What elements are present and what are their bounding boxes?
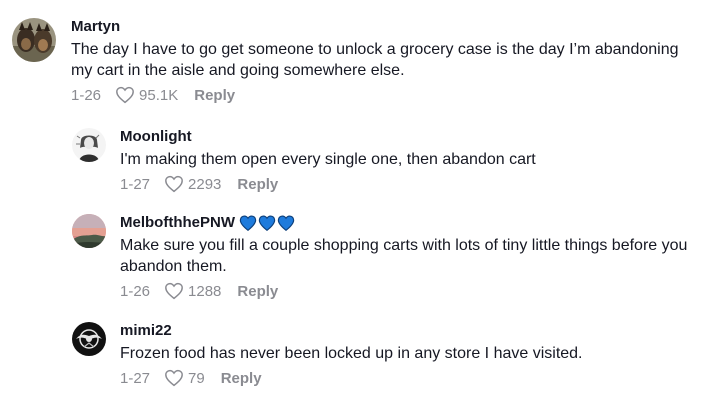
comment-meta: 1-26 95.1K Reply [71,86,701,104]
reply-button[interactable]: Reply [237,176,278,193]
like-count: 95.1K [139,86,179,104]
blue-heart-icon [258,215,276,231]
comment-username[interactable]: Martyn [71,18,701,36]
like-button[interactable]: 2293 [164,175,221,193]
like-count: 2293 [188,175,222,193]
sunset-avatar-icon [72,214,106,248]
heart-outline-icon [165,282,183,300]
heart-outline-icon [165,175,183,193]
comment-date: 1-26 [71,86,102,104]
comment-body: Moonlight I'm making them open every sin… [120,128,711,193]
comment-item: Martyn The day I have to go get someone … [12,18,701,104]
avatar[interactable] [72,128,106,162]
comment-text: The day I have to go get someone to unlo… [71,41,679,79]
dark-emblem-avatar-icon [72,322,106,356]
comment-body: mimi22 Frozen food has never been locked… [120,322,711,387]
heart-outline-icon [116,86,134,104]
sketch-avatar-icon [72,128,106,162]
blue-heart-icon [277,215,295,231]
comment-text: I'm making them open every single one, t… [120,151,536,168]
reply-button[interactable]: Reply [221,370,262,387]
blue-heart-icon [239,215,257,231]
avatar[interactable] [12,18,56,62]
comment-body: Martyn The day I have to go get someone … [71,18,701,104]
comment-meta: 1-27 79 Reply [120,369,711,387]
like-button[interactable]: 95.1K [115,86,178,104]
comment-username[interactable]: mimi22 [120,322,711,340]
photo-avatar-dogs-icon [12,18,56,62]
reply-button[interactable]: Reply [194,87,235,104]
avatar[interactable] [72,322,106,356]
comment-item: Moonlight I'm making them open every sin… [72,128,711,193]
like-button[interactable]: 1288 [164,282,221,300]
comment-username[interactable]: Moonlight [120,128,711,146]
comment-username-text: MelbofthhePNW [120,214,235,231]
avatar[interactable] [72,214,106,248]
reply-button[interactable]: Reply [237,283,278,300]
comment-date: 1-27 [120,369,151,387]
comment-meta: 1-26 1288 Reply [120,282,711,300]
comment-item: mimi22 Frozen food has never been locked… [72,322,711,387]
comment-meta: 1-27 2293 Reply [120,175,711,193]
comment-date: 1-27 [120,175,151,193]
like-count: 1288 [188,282,222,300]
like-button[interactable]: 79 [164,369,205,387]
comment-username[interactable]: MelbofthhePNW [120,214,711,232]
comment-date: 1-26 [120,282,151,300]
comment-text: Frozen food has never been locked up in … [120,345,583,362]
like-count: 79 [188,369,205,387]
heart-outline-icon [165,369,183,387]
comment-body: MelbofthhePNW Make sure you fill a coupl… [120,214,711,300]
comment-text: Make sure you fill a couple shopping car… [120,237,688,275]
username-emoji [239,215,296,231]
comment-item: MelbofthhePNW Make sure you fill a coupl… [72,214,711,300]
